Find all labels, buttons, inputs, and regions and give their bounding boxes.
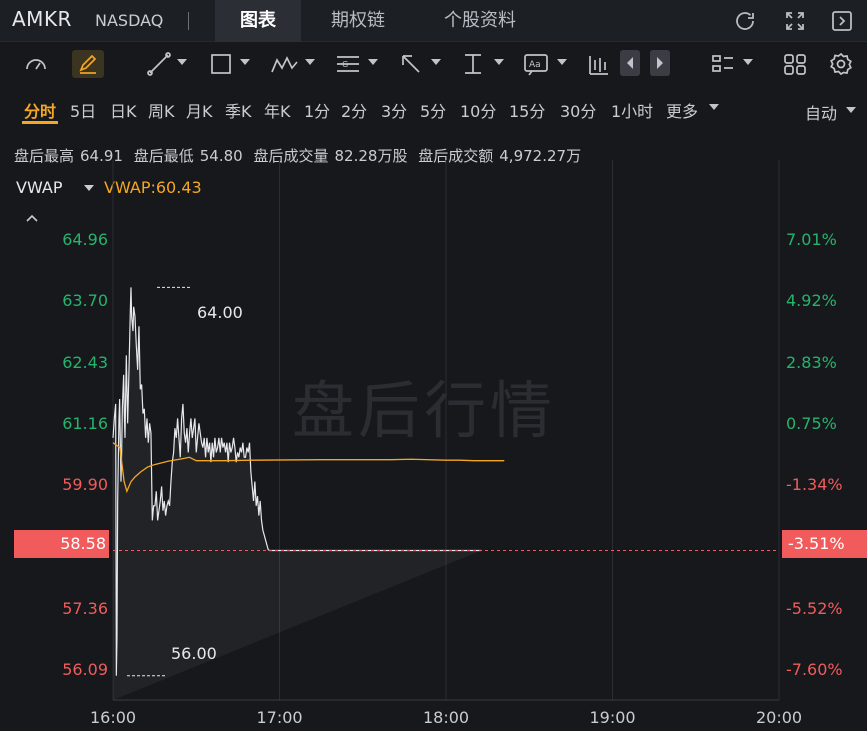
price-area (113, 287, 482, 700)
price-chart[interactable] (0, 0, 867, 731)
x-tick: 16:00 (90, 708, 137, 727)
y-tick-right: -5.52% (786, 598, 843, 618)
y-tick-left: 56.09 (62, 660, 108, 680)
y-tick-right: 0.75% (786, 414, 837, 434)
y-tick-right: -7.60% (786, 660, 843, 680)
low-annotation: 56.00 (171, 644, 217, 663)
x-tick: 19:00 (589, 708, 636, 727)
high-annotation: 64.00 (197, 303, 243, 322)
y-tick-left: 59.90 (62, 475, 108, 495)
current-change-tag: -3.51% (782, 530, 867, 558)
y-tick-right: 4.92% (786, 290, 837, 310)
current-price-tag: 58.58 (14, 530, 109, 558)
x-tick: 20:00 (756, 708, 803, 727)
y-tick-left: 61.16 (62, 414, 108, 434)
y-tick-left: 57.36 (62, 598, 108, 618)
y-tick-right: 2.83% (786, 352, 837, 372)
y-tick-left: 62.43 (62, 352, 108, 372)
y-tick-left: 63.70 (62, 290, 108, 310)
y-tick-right: -1.34% (786, 475, 843, 495)
y-tick-right: 7.01% (786, 229, 837, 249)
y-tick-left: 64.96 (62, 229, 108, 249)
x-tick: 17:00 (256, 708, 303, 727)
x-tick: 18:00 (423, 708, 470, 727)
